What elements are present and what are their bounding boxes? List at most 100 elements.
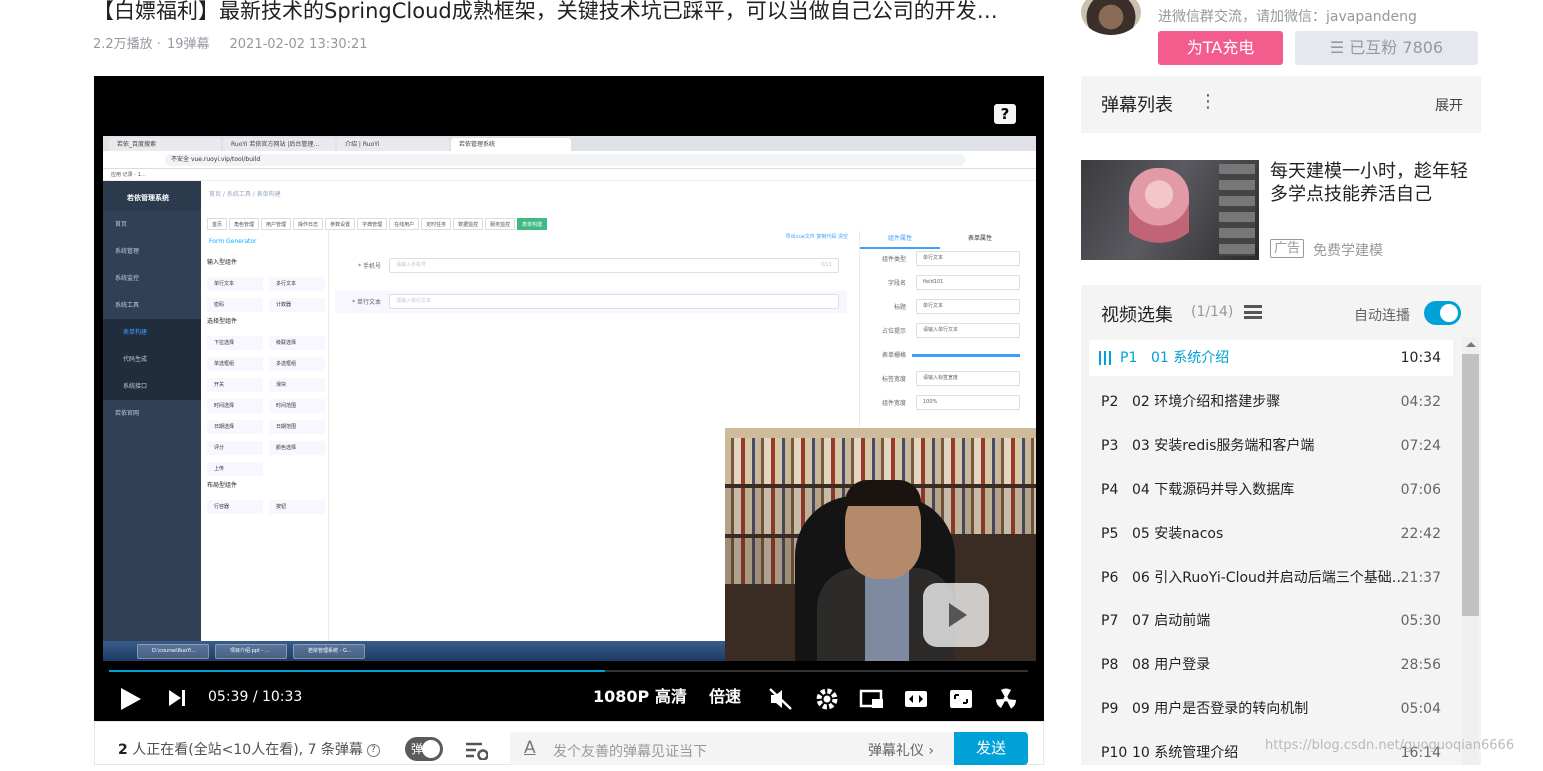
widescreen-icon[interactable] (903, 688, 929, 710)
component-cell: 上传 (207, 462, 263, 476)
presenter-shirt (865, 570, 909, 661)
episode-name: 07 启动前端 (1132, 613, 1211, 630)
ad-subtitle[interactable]: 免费学建模 (1313, 240, 1383, 260)
url-secure-label: 不安全 (171, 156, 190, 163)
danmaku-settings-icon[interactable] (464, 740, 488, 760)
component-cell: 行容器 (207, 500, 263, 514)
component-cell: 开关 (207, 378, 263, 392)
property-row: 占位提示 请输入单行文本 (860, 319, 1036, 343)
question-icon[interactable]: ? (366, 743, 380, 757)
property-value: 请输入单行文本 (916, 323, 1020, 338)
episode-item[interactable]: P9 09 用户是否登录的转向机制 05:04 (1089, 691, 1453, 727)
player-controls: 05:39 / 10:33 1080P 高清 倍速 (94, 676, 1044, 721)
episode-duration: 21:37 (1400, 569, 1441, 586)
property-value: 请输入标签宽度 (916, 371, 1020, 386)
episode-name: 04 下载源码并导入数据库 (1132, 481, 1295, 498)
episode-scrollbar[interactable] (1462, 337, 1479, 765)
browser-urlbar: 不安全 vue.ruoyi.vip/tool/build (103, 151, 1036, 169)
autoplay-label: 自动连播 (1354, 308, 1410, 324)
danmaku-input[interactable]: A 发个友善的弹幕见证当下 弹幕礼仪 › (510, 732, 954, 765)
episode-name: 06 引入RuoYi-Cloud并启动后端三个基础服务 (1132, 569, 1406, 586)
property-label: 字段名 (887, 280, 906, 287)
quality-button[interactable]: 1080P 高清 (593, 683, 687, 711)
fullscreen-icon[interactable] (948, 687, 974, 711)
episode-item[interactable]: P8 08 用户登录 28:56 (1089, 647, 1453, 683)
episode-duration: 10:34 (1400, 350, 1441, 366)
send-button[interactable]: 发送 (954, 732, 1028, 765)
danmaku-send-bar: 2 人正在看(全站<10人在看), 7 条弹幕? 弹 A 发个友善的弹幕见证当下… (94, 721, 1044, 765)
progress-bar[interactable] (109, 670, 1028, 672)
danmaku-etiquette-link[interactable]: 弹幕礼仪 › (868, 740, 934, 760)
episode-name: 05 安装nacos (1132, 525, 1224, 542)
property-list: 组件类型 单行文本 字段名 field101 标题 单行文本 占位提示 请输入单行文本 表单栅格… (860, 247, 1036, 415)
episode-name: 01 系统介绍 (1151, 350, 1230, 366)
speed-button[interactable]: 倍速 (709, 683, 741, 711)
episode-item[interactable]: P1 01 系统介绍 10:34 (1089, 340, 1453, 376)
episode-item[interactable]: P6 06 引入RuoYi-Cloud并启动后端三个基础服务 21:37 (1089, 560, 1453, 596)
episode-duration: 28:56 (1400, 657, 1441, 674)
video-player[interactable]: ? 若依_百度搜索 RuoYi 若依官方网站 |后台管理… 介绍 | RuoYi… (94, 76, 1044, 721)
form-label: * 手机号 (358, 263, 381, 270)
volume-muted-icon[interactable] (768, 687, 794, 711)
url-box: 不安全 vue.ruoyi.vip/tool/build (165, 154, 965, 166)
scrollbar-thumb[interactable] (1462, 354, 1479, 616)
component-cell: 日期范围 (269, 420, 325, 434)
font-style-icon[interactable]: A (524, 738, 536, 758)
play-icon[interactable] (121, 688, 141, 710)
danmaku-toggle[interactable]: 弹 (405, 737, 443, 761)
app-tag: 首页 (207, 218, 228, 230)
help-icon[interactable]: ? (994, 104, 1016, 124)
next-icon[interactable] (169, 690, 181, 706)
autoplay-switch[interactable] (1424, 301, 1461, 325)
ad-thumbnail[interactable] (1081, 160, 1259, 260)
more-dots-icon[interactable]: ⋮ (1199, 91, 1217, 112)
app-tag: 角色管理 (229, 218, 260, 230)
app-sidebar: 若依管理系统 首页 系统管理 系统监控 系统工具 表单构建 代码生成 系统接口 … (103, 181, 201, 641)
browser-tab: 若依_百度搜索 (109, 138, 221, 151)
danmaku-list-panel: 弹幕列表 ⋮ 展开 (1081, 76, 1481, 133)
episode-list-panel: 视频选集 (1/14) 自动连播 P1 01 系统介绍 10:34 P2 02 环境介绍… (1081, 285, 1481, 765)
radiation-icon[interactable] (993, 686, 1019, 712)
ad-title[interactable]: 每天建模一小时，趁年轻多学点技能养活自己 (1270, 160, 1485, 206)
episode-item[interactable]: P5 05 安装nacos 22:42 (1089, 516, 1453, 552)
property-row: 组件宽度 100% (860, 391, 1036, 415)
scroll-up-icon[interactable] (1466, 342, 1476, 347)
progress-fill (109, 670, 606, 672)
app-tag: 字典管理 (357, 218, 388, 230)
episode-list-title: 视频选集 (1101, 305, 1173, 326)
form-generator-title: Form Generator (209, 238, 257, 245)
form-input: 请输入手机号 0/11 (389, 258, 839, 273)
component-group-title: 选择型组件 (207, 318, 238, 325)
form-input-placeholder: 请输入手机号 (396, 262, 427, 268)
list-view-icon[interactable] (1244, 305, 1262, 319)
episode-duration: 05:04 (1400, 701, 1441, 718)
property-row: 标题 单行文本 (860, 295, 1036, 319)
expand-button[interactable]: 展开 (1435, 95, 1463, 115)
browser-tab: RuoYi 若依官方网站 |后台管理… (223, 138, 335, 151)
ad-figure (1129, 168, 1189, 256)
component-cell: 下拉选择 (207, 336, 263, 350)
charge-button[interactable]: 为TA充电 (1158, 31, 1283, 65)
episode-item[interactable]: P7 07 启动前端 05:30 (1089, 603, 1453, 639)
property-row: 标签宽度 请输入标签宽度 (860, 367, 1036, 391)
episode-name: 09 用户是否登录的转向机制 (1132, 701, 1309, 718)
component-cell: 评分 (207, 441, 263, 455)
pip-icon[interactable] (859, 688, 885, 710)
form-input-counter: 0/11 (820, 262, 832, 268)
settings-gear-icon[interactable] (815, 687, 839, 711)
browser-tab: 若依管理系统 (451, 138, 571, 151)
app-breadcrumb: 首页 / 系统工具 / 表单构建 (209, 191, 281, 198)
episode-item[interactable]: P2 02 环境介绍和搭建步骤 04:32 (1089, 384, 1453, 420)
app-tag: 在线用户 (389, 218, 420, 230)
browser-tabbar: 若依_百度搜索 RuoYi 若依官方网站 |后台管理… 介绍 | RuoYi 若… (103, 136, 1036, 151)
bilibili-play-icon[interactable] (923, 583, 989, 647)
follow-button[interactable]: ☰ 已互粉 7806 (1295, 31, 1478, 65)
viewer-count: 2 (118, 742, 128, 758)
episode-item[interactable]: P4 04 下载源码并导入数据库 07:06 (1089, 472, 1453, 508)
component-panel: Form Generator 输入型组件 单行文本 多行文本密码 计数器 选择型组件… (201, 231, 329, 651)
component-cell: 单选框组 (207, 357, 263, 371)
episode-duration: 07:06 (1400, 481, 1441, 498)
up-avatar[interactable] (1081, 0, 1141, 35)
episode-item[interactable]: P3 03 安装redis服务端和客户端 07:24 (1089, 428, 1453, 464)
form-row: * 单行文本 请输入单行文本 (335, 291, 847, 313)
